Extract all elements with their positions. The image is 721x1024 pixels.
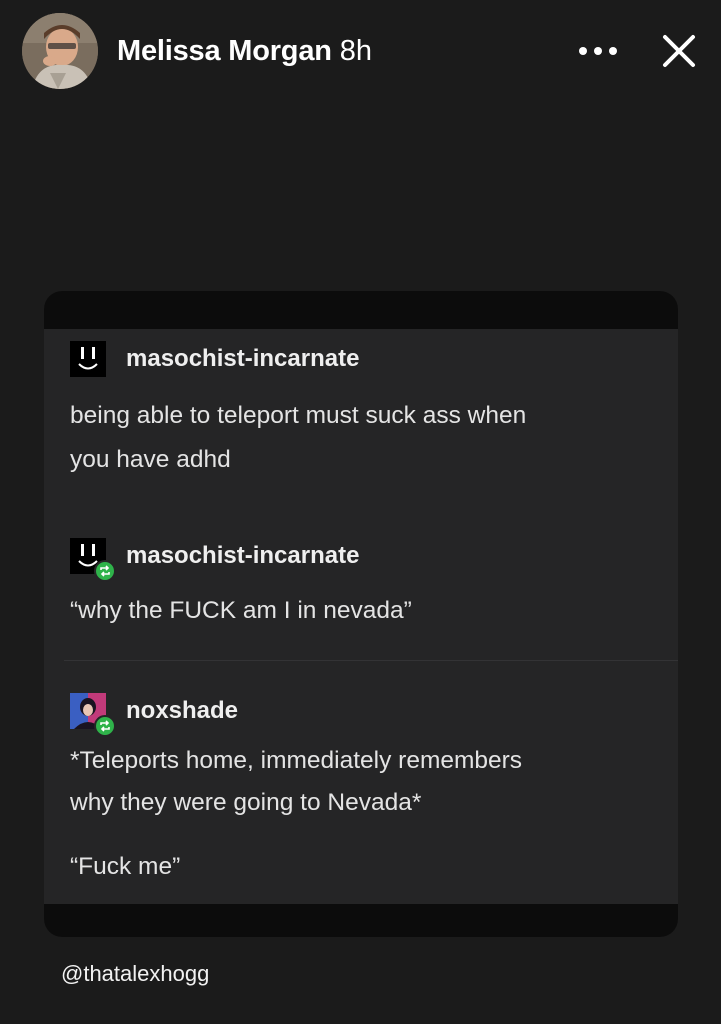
post-text-line: why they were going to Nevada* — [70, 789, 422, 816]
tumblr-post-card: masochist-incarnate being able to telepo… — [44, 291, 678, 937]
reblog-icon — [94, 560, 116, 582]
post-original: masochist-incarnate being able to telepo… — [70, 338, 658, 482]
post-quote: “Fuck me” — [70, 853, 181, 880]
profile-avatar[interactable] — [22, 13, 98, 89]
card-top-bar — [44, 291, 678, 329]
post-header: masochist-incarnate — [70, 535, 658, 582]
close-button[interactable] — [659, 31, 699, 71]
blog-name[interactable]: noxshade — [126, 697, 238, 725]
post-text-line: *Teleports home, immediately remembers — [70, 747, 523, 774]
post-reblog: noxshade *Teleports home, immediately re… — [70, 690, 658, 888]
post-time: 8h — [339, 34, 373, 67]
story-header: Melissa Morgan 8h — [22, 12, 699, 90]
smiley-avatar-icon[interactable] — [70, 341, 106, 377]
post-body: “why the FUCK am I in nevada” — [70, 589, 658, 633]
profile-photo-icon — [22, 13, 98, 89]
user-name[interactable]: Melissa Morgan — [117, 35, 332, 68]
post-text-line: being able to teleport must suck ass whe… — [70, 402, 527, 429]
story-view: Melissa Morgan 8h masochist-incarnate be… — [0, 0, 721, 1024]
post-header: masochist-incarnate — [70, 338, 658, 380]
post-text-line: you have adhd — [70, 446, 231, 473]
post-reblog: masochist-incarnate “why the FUCK am I i… — [70, 535, 658, 633]
post-divider — [64, 660, 678, 661]
close-icon — [663, 35, 695, 67]
blog-name[interactable]: masochist-incarnate — [126, 542, 359, 570]
blog-name[interactable]: masochist-incarnate — [126, 345, 359, 373]
reblog-icon — [94, 715, 116, 737]
post-text-line: “why the FUCK am I in nevada” — [70, 597, 412, 624]
post-header: noxshade — [70, 690, 658, 737]
credit-handle[interactable]: @thatalexhogg — [61, 961, 209, 987]
more-options-button[interactable] — [575, 31, 621, 71]
smiley-avatar-icon[interactable] — [70, 538, 116, 582]
more-horizontal-icon — [579, 47, 617, 55]
portrait-avatar-icon[interactable] — [70, 693, 116, 737]
post-body: *Teleports home, immediately remembers w… — [70, 740, 658, 888]
post-body: being able to teleport must suck ass whe… — [70, 394, 658, 482]
card-bottom-bar — [44, 904, 678, 937]
